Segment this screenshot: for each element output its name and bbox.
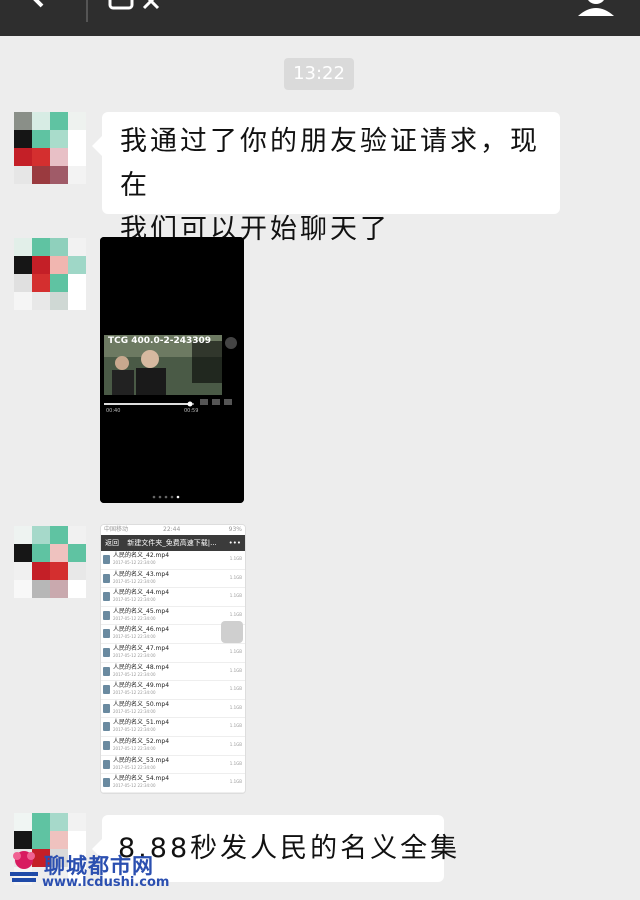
chat-header xyxy=(0,0,640,36)
file-row: 人民的名义_54.mp4 2017-05-12 22:34:00 1.1GB xyxy=(101,774,245,793)
video-time-total: 00:59 xyxy=(184,408,198,414)
watermark-url: www.lcdushi.com xyxy=(42,875,170,890)
text-message[interactable]: 我通过了你的朋友验证请求，现在 我们可以开始聊天了 xyxy=(92,112,560,245)
file-name: 人民的名义_52.mp4 xyxy=(113,737,170,745)
person-icon[interactable] xyxy=(574,0,618,16)
file-date: 2017-05-12 22:34:00 xyxy=(113,708,156,714)
file-size: 1.1GB xyxy=(229,648,242,654)
file-size: 1.1GB xyxy=(229,686,242,692)
status-time: 22:44 xyxy=(163,526,181,533)
message-timestamp: 13:22 xyxy=(284,58,354,90)
file-date: 2017-05-12 22:34:00 xyxy=(113,764,156,770)
avatar[interactable] xyxy=(14,238,86,310)
video-time-current: 00:40 xyxy=(106,408,120,414)
file-date: 2017-05-12 22:34:00 xyxy=(113,671,156,677)
folder-title: 新建文件夹_免费高速下载|... xyxy=(127,539,217,547)
file-icon xyxy=(103,666,110,676)
file-size: 1.1GB xyxy=(229,574,242,580)
file-date: 2017-05-12 22:34:00 xyxy=(113,652,156,658)
file-list-header: 返回 新建文件夹_免费高速下载|... ••• xyxy=(101,535,245,551)
file-date: 2017-05-12 22:34:00 xyxy=(113,690,156,696)
file-name: 人民的名义_42.mp4 xyxy=(113,552,170,559)
message-line: 我通过了你的朋友验证请求，现在 xyxy=(120,126,540,201)
file-list: 人民的名义_42.mp4 2017-05-12 22:34:00 1.1GB 人民的名… xyxy=(101,551,245,794)
file-size: 1.1GB xyxy=(229,593,242,599)
file-icon xyxy=(103,647,110,657)
file-date: 2017-05-12 22:34:00 xyxy=(113,578,156,584)
image-message[interactable]: TCG 400.0-2-243309 00:40 00:59 xyxy=(100,237,244,503)
file-icon xyxy=(103,555,110,564)
file-row: 人民的名义_55.mp42017-05-12 22:34:001.1GB xyxy=(101,793,245,794)
file-row: 人民的名义_50.mp4 2017-05-12 22:34:00 1.1GB xyxy=(101,700,245,719)
file-name: 人民的名义_53.mp4 xyxy=(113,756,170,764)
file-date: 2017-05-12 22:34:00 xyxy=(113,727,156,733)
file-size: 1.1GB xyxy=(229,741,242,747)
floating-button-icon xyxy=(221,621,243,643)
more-icon: ••• xyxy=(228,539,241,547)
bubble-tail xyxy=(92,136,102,156)
file-size: 1.1GB xyxy=(229,667,242,673)
file-row: 人民的名义_53.mp4 2017-05-12 22:34:00 1.1GB xyxy=(101,756,245,775)
phone-status-bar: 中国移动 22:44 93% xyxy=(101,525,245,535)
video-overlay-text: TCG 400.0-2-243309 xyxy=(108,336,211,346)
file-name: 人民的名义_46.mp4 xyxy=(113,626,170,634)
file-row: 人民的名义_43.mp4 2017-05-12 22:34:00 1.1GB xyxy=(101,570,245,589)
header-divider xyxy=(86,0,88,22)
file-date: 2017-05-12 22:34:00 xyxy=(113,634,156,640)
avatar[interactable] xyxy=(14,526,86,598)
file-icon xyxy=(103,573,110,583)
video-screenshot: TCG 400.0-2-243309 00:40 00:59 xyxy=(100,237,244,503)
file-date: 2017-05-12 22:34:00 xyxy=(113,615,156,621)
file-icon xyxy=(103,685,110,695)
file-name: 人民的名义_48.mp4 xyxy=(113,663,170,671)
file-date: 2017-05-12 22:34:00 xyxy=(113,597,156,603)
file-name: 人民的名义_54.mp4 xyxy=(113,775,170,783)
file-name: 人民的名义_45.mp4 xyxy=(113,607,170,615)
chevron-left-icon[interactable] xyxy=(22,0,50,10)
file-size: 1.1GB xyxy=(229,779,242,785)
file-date: 2017-05-12 22:34:00 xyxy=(113,783,156,789)
file-icon xyxy=(103,722,110,732)
file-row: 人民的名义_51.mp4 2017-05-12 22:34:00 1.1GB xyxy=(101,718,245,737)
file-row: 人民的名义_47.mp4 2017-05-12 22:34:00 1.1GB xyxy=(101,644,245,663)
file-size: 1.1GB xyxy=(229,556,242,561)
file-row: 人民的名义_52.mp4 2017-05-12 22:34:00 1.1GB xyxy=(101,737,245,756)
file-name: 人民的名义_44.mp4 xyxy=(113,589,170,597)
message-text: 8.88秒发人民的名义全集 xyxy=(118,833,461,864)
file-name: 人民的名义_43.mp4 xyxy=(113,570,170,578)
file-row: 人民的名义_48.mp4 2017-05-12 22:34:00 1.1GB xyxy=(101,663,245,682)
file-size: 1.1GB xyxy=(229,760,242,766)
file-date: 2017-05-12 22:34:00 xyxy=(113,560,156,565)
file-icon xyxy=(103,703,110,713)
file-icon xyxy=(103,759,110,769)
file-date: 2017-05-12 22:34:00 xyxy=(113,745,156,751)
file-name: 人民的名义_47.mp4 xyxy=(113,644,170,652)
message-text: 我通过了你的朋友验证请求，现在 我们可以开始聊天了 xyxy=(120,120,550,252)
file-row: 人民的名义_44.mp4 2017-05-12 22:34:00 1.1GB xyxy=(101,588,245,607)
file-icon xyxy=(103,629,110,639)
carrier-label: 中国移动 xyxy=(104,526,129,533)
site-watermark: 聊城都市网 www.lcdushi.com xyxy=(8,848,170,894)
logo-icon xyxy=(10,851,38,882)
image-message[interactable]: 中国移动 22:44 93% 返回 新建文件夹_免费高速下载|... ••• 人… xyxy=(100,524,246,794)
file-icon xyxy=(103,592,110,602)
file-size: 1.1GB xyxy=(229,704,242,710)
file-name: 人民的名义_51.mp4 xyxy=(113,719,170,727)
file-icon xyxy=(103,610,110,620)
file-row: 人民的名义_49.mp4 2017-05-12 22:34:00 1.1GB xyxy=(101,681,245,700)
file-size: 1.1GB xyxy=(229,611,242,617)
file-name: 人民的名义_49.mp4 xyxy=(113,682,170,690)
file-icon xyxy=(103,778,110,788)
file-name: 人民的名义_50.mp4 xyxy=(113,700,170,708)
back-label: 返回 xyxy=(105,539,119,547)
avatar[interactable] xyxy=(14,112,86,184)
add-friend-icon[interactable] xyxy=(108,0,168,12)
file-size: 1.1GB xyxy=(229,723,242,729)
battery-level: 93% xyxy=(228,526,242,533)
file-icon xyxy=(103,740,110,750)
file-row: 人民的名义_42.mp4 2017-05-12 22:34:00 1.1GB xyxy=(101,551,245,570)
